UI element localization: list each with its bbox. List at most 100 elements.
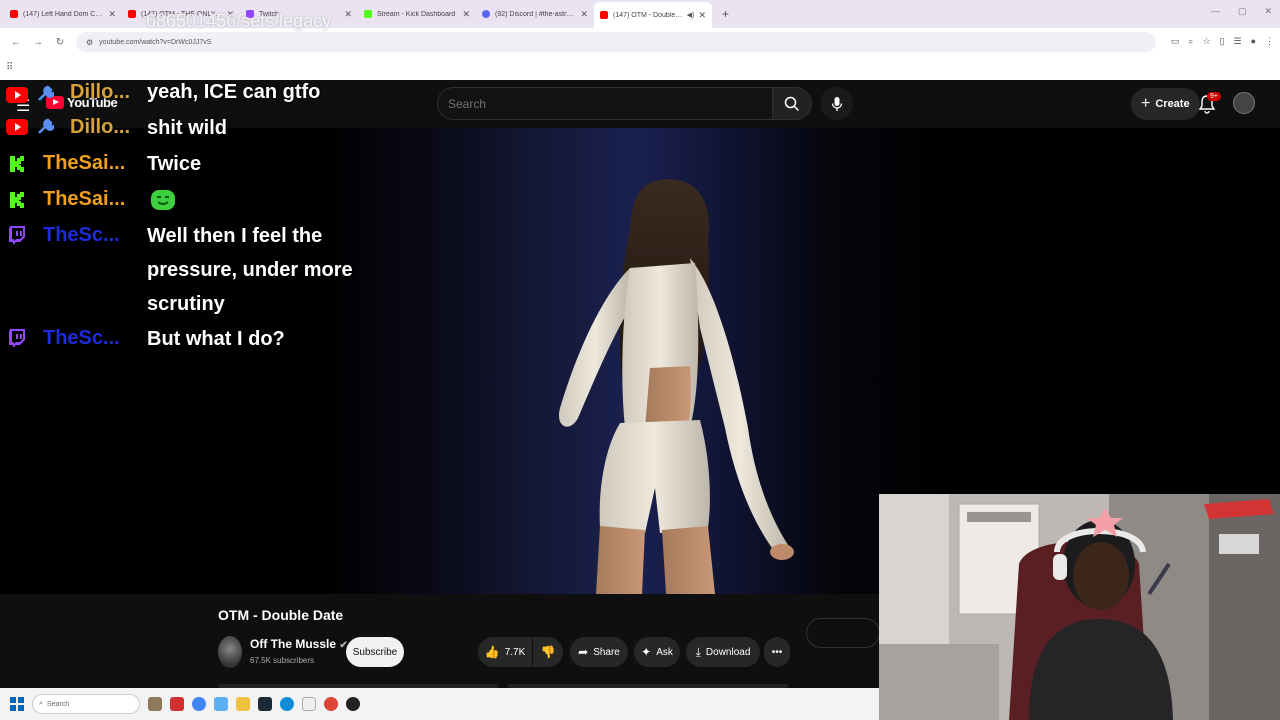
- download-button[interactable]: ⤓ Download: [686, 637, 760, 667]
- wrench-badge-icon: [38, 118, 54, 134]
- more-horizontal-icon: •••: [771, 646, 783, 658]
- taskbar-app-icon[interactable]: [214, 697, 228, 711]
- close-window-icon[interactable]: ✕: [1264, 6, 1272, 17]
- profile-icon[interactable]: ●: [1251, 36, 1256, 47]
- browser-tab[interactable]: Stream - Kick Dashboard ✕: [358, 2, 476, 26]
- audio-icon[interactable]: ◀): [687, 11, 695, 19]
- search-icon: [784, 96, 800, 111]
- like-button[interactable]: 👍 7.7K: [478, 637, 532, 667]
- like-count: 7.7K: [504, 646, 526, 658]
- youtube-favicon-icon: [128, 10, 136, 18]
- reload-icon[interactable]: ↻: [54, 37, 66, 48]
- browser-tab-active[interactable]: (147) OTM - Double Date - ◀) ✕: [594, 2, 712, 28]
- ask-button[interactable]: ✦ Ask: [634, 637, 680, 667]
- chat-username: TheSai...: [43, 152, 126, 174]
- kick-platform-icon: [10, 192, 24, 208]
- url-field[interactable]: ⚙ youtube.com/watch?v=DrWc0JJ7vS: [76, 32, 1156, 52]
- video-player[interactable]: [0, 128, 945, 594]
- plus-icon: +: [1141, 95, 1151, 112]
- youtube-platform-icon: [6, 119, 28, 135]
- sidebar-icon[interactable]: ▯: [1220, 36, 1225, 47]
- chat-username: TheSc...: [43, 327, 120, 349]
- wrench-badge-icon: [38, 85, 54, 101]
- taskbar-app-icon[interactable]: [170, 697, 184, 711]
- tab-title: (92) Discord | #the-astronomy: [495, 10, 576, 18]
- youtube-favicon-icon: [600, 11, 608, 19]
- zoom-icon[interactable]: ⌕: [1188, 36, 1193, 47]
- url-text: youtube.com/watch?v=DrWc0JJ7vS: [99, 38, 212, 46]
- share-label: Share: [593, 646, 620, 658]
- taskbar-steam-icon[interactable]: [258, 697, 272, 711]
- create-label: Create: [1155, 98, 1190, 110]
- forward-icon[interactable]: →: [32, 37, 44, 48]
- more-actions-button[interactable]: •••: [764, 637, 790, 667]
- channel-name-text: Off The Mussle: [250, 637, 337, 651]
- taskbar-search[interactable]: ⌕ Search: [32, 694, 140, 714]
- maximize-icon[interactable]: ▢: [1238, 6, 1247, 17]
- notification-count-badge: 9+: [1207, 92, 1221, 101]
- chat-text: Twice: [147, 153, 202, 175]
- youtube-platform-icon: [6, 87, 28, 103]
- search-input[interactable]: [448, 96, 772, 111]
- windows-start-icon[interactable]: [10, 697, 24, 711]
- channel-avatar[interactable]: [218, 636, 242, 668]
- taskbar-chrome-active-icon[interactable]: [324, 697, 338, 711]
- new-tab-icon[interactable]: +: [722, 7, 729, 21]
- extensions-icon[interactable]: ☰: [1233, 36, 1241, 47]
- share-arrow-icon: ➦: [578, 645, 589, 659]
- cast-icon[interactable]: ▭: [1171, 36, 1180, 47]
- recommendation-chip[interactable]: [806, 618, 880, 648]
- thumbs-up-icon: 👍: [484, 645, 500, 659]
- green-smile-emote-icon: [151, 190, 175, 210]
- taskbar-edge-icon[interactable]: [280, 697, 294, 711]
- close-tab-icon[interactable]: ✕: [462, 9, 470, 20]
- minimize-icon[interactable]: —: [1211, 6, 1220, 17]
- apps-grid-icon[interactable]: ⠿: [6, 62, 13, 73]
- tab-title: (147) Left Hand Dom CALLS OUT: [23, 10, 104, 18]
- more-menu-icon[interactable]: ⋮: [1265, 36, 1274, 47]
- chat-username: Dillo...: [70, 116, 130, 138]
- browser-tab[interactable]: (92) Discord | #the-astronomy ✕: [476, 2, 594, 26]
- streamer-webcam: [879, 494, 1280, 720]
- taskbar-search-label: Search: [46, 700, 70, 708]
- browser-tab[interactable]: (147) Left Hand Dom CALLS OUT ✕: [4, 2, 122, 26]
- subscribe-button[interactable]: Subscribe: [346, 637, 404, 667]
- close-tab-icon[interactable]: ✕: [698, 10, 706, 21]
- download-label: Download: [705, 646, 751, 658]
- screen: (147) Left Hand Dom CALLS OUT ✕ (147) OT…: [0, 0, 1280, 720]
- channel-name[interactable]: Off The Mussle ✔: [250, 637, 348, 651]
- address-bar-icons: ▭ ⌕ ☆ ▯ ☰ ● ⋮: [1171, 36, 1274, 47]
- taskbar-obs-icon[interactable]: [346, 697, 360, 711]
- search-button[interactable]: [772, 87, 812, 120]
- chat-username: TheSc...: [43, 224, 120, 246]
- twitch-platform-icon: [9, 329, 25, 348]
- microphone-icon: [831, 96, 842, 111]
- account-avatar[interactable]: [1233, 92, 1255, 114]
- video-title: OTM - Double Date: [218, 607, 344, 623]
- twitch-platform-icon: [9, 226, 25, 245]
- windows-taskbar: ⌕ Search: [0, 688, 879, 720]
- chat-username: Dillo...: [70, 81, 130, 103]
- dislike-button[interactable]: 👎: [533, 637, 563, 667]
- window-controls: — ▢ ✕: [1211, 6, 1272, 17]
- taskbar-chrome-icon[interactable]: [192, 697, 206, 711]
- share-button[interactable]: ➦ Share: [570, 637, 628, 667]
- search-icon: ⌕: [39, 700, 43, 707]
- address-bar-row: ← → ↻ ⚙ youtube.com/watch?v=DrWc0JJ7vS ▭…: [0, 28, 1280, 56]
- search-box[interactable]: [437, 87, 773, 120]
- close-tab-icon[interactable]: ✕: [580, 9, 588, 20]
- create-button[interactable]: + Create: [1131, 88, 1200, 120]
- chat-text: Well then I feel the pressure, under mor…: [147, 225, 353, 315]
- back-icon[interactable]: ←: [10, 37, 22, 48]
- taskbar-app-icon[interactable]: [302, 697, 316, 711]
- site-info-icon[interactable]: ⚙: [86, 38, 93, 47]
- close-tab-icon[interactable]: ✕: [108, 9, 116, 20]
- taskbar-file-explorer-icon[interactable]: [236, 697, 250, 711]
- chat-text: shit wild: [147, 117, 227, 139]
- voice-search-button[interactable]: [820, 87, 853, 120]
- stream-overlay-url-text: 686501456/sets/legacy: [146, 11, 332, 31]
- taskbar-app-icon[interactable]: [148, 697, 162, 711]
- bookmark-star-icon[interactable]: ☆: [1202, 36, 1210, 47]
- chat-text: But what I do?: [147, 328, 285, 350]
- download-icon: ⤓: [695, 644, 701, 659]
